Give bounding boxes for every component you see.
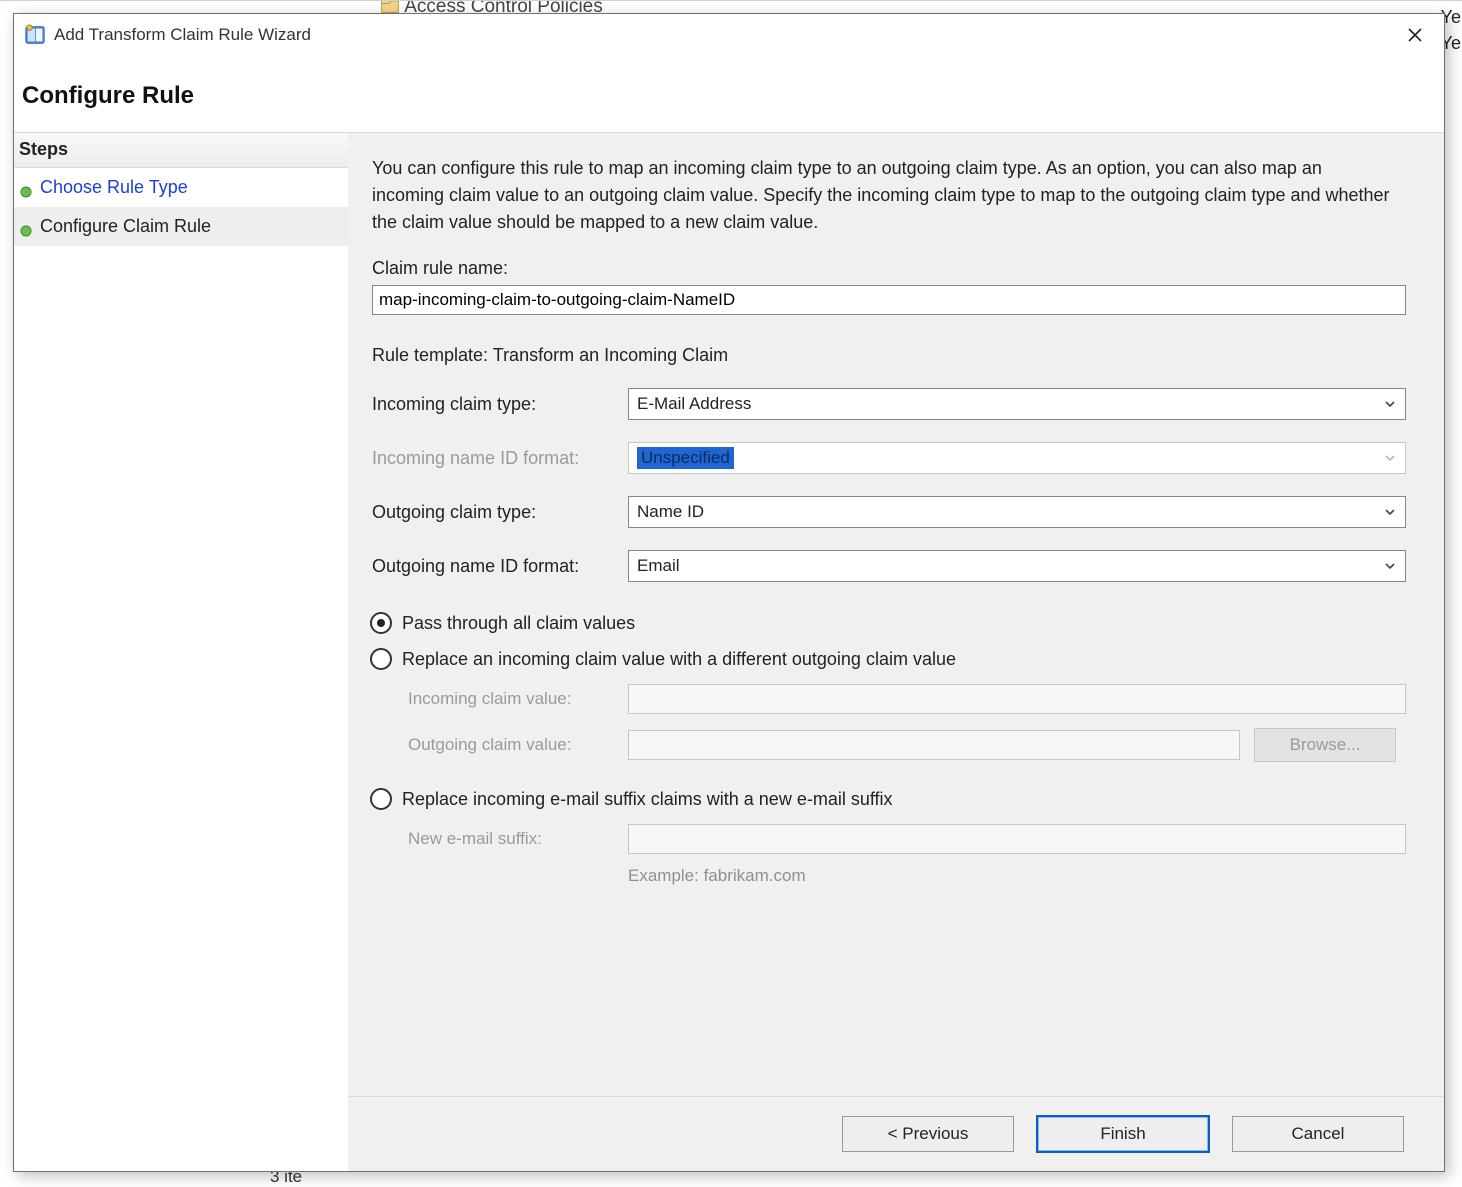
titlebar: Add Transform Claim Rule Wizard [14,14,1444,56]
step-bullet-icon [20,182,32,194]
combo-value: E-Mail Address [637,394,751,414]
incoming-claim-type-combo[interactable]: E-Mail Address [628,388,1406,420]
intro-text: You can configure this rule to map an in… [372,155,1392,236]
step-label: Configure Claim Rule [40,216,211,237]
claim-rule-name-input[interactable] [372,285,1406,315]
radio-label: Replace an incoming claim value with a d… [402,649,956,670]
wizard-footer: < Previous Finish Cancel [348,1096,1444,1171]
finish-button[interactable]: Finish [1036,1115,1210,1153]
page-heading: Configure Rule [18,82,1444,110]
rule-template-text: Rule template: Transform an Incoming Cla… [372,345,1414,366]
radio-icon [370,648,392,670]
step-label: Choose Rule Type [40,177,188,198]
incoming-claim-value-input [628,684,1406,714]
combo-value: Name ID [637,502,704,522]
previous-button[interactable]: < Previous [842,1116,1014,1152]
chevron-down-icon [1375,551,1405,581]
step-bullet-icon [20,221,32,233]
combo-value: Unspecified [637,447,734,469]
incoming-claim-type-label: Incoming claim type: [372,394,628,415]
browse-button: Browse... [1254,728,1396,762]
chevron-down-icon [1375,497,1405,527]
cancel-button[interactable]: Cancel [1232,1116,1404,1152]
outgoing-name-id-format-label: Outgoing name ID format: [372,556,628,577]
wizard-icon [24,24,46,46]
close-button[interactable] [1388,15,1442,55]
incoming-name-id-format-label: Incoming name ID format: [372,448,628,469]
wizard-dialog: Add Transform Claim Rule Wizard Configur… [13,13,1445,1172]
incoming-name-id-format-combo: Unspecified [628,442,1406,474]
incoming-claim-value-label: Incoming claim value: [408,689,628,709]
steps-sidebar: Steps Choose Rule Type Configure Claim R… [14,132,348,1171]
radio-replace-value[interactable]: Replace an incoming claim value with a d… [370,648,1414,670]
radio-label: Pass through all claim values [402,613,635,634]
outgoing-name-id-format-combo[interactable]: Email [628,550,1406,582]
step-configure-claim-rule[interactable]: Configure Claim Rule [14,207,348,246]
steps-header: Steps [14,132,348,168]
combo-value: Email [637,556,680,576]
outgoing-claim-value-label: Outgoing claim value: [408,735,628,755]
new-email-suffix-input [628,824,1406,854]
new-email-suffix-label: New e-mail suffix: [408,829,628,849]
radio-label: Replace incoming e-mail suffix claims wi… [402,789,893,810]
step-choose-rule-type[interactable]: Choose Rule Type [14,168,348,207]
radio-replace-suffix[interactable]: Replace incoming e-mail suffix claims wi… [370,788,1414,810]
main-pane: You can configure this rule to map an in… [348,132,1444,1171]
radio-icon [370,788,392,810]
outgoing-claim-value-input [628,730,1240,760]
outgoing-claim-type-combo[interactable]: Name ID [628,496,1406,528]
example-text: Example: fabrikam.com [628,866,1414,886]
radio-pass-through[interactable]: Pass through all claim values [370,612,1414,634]
radio-icon [370,612,392,634]
chevron-down-icon [1375,389,1405,419]
outgoing-claim-type-label: Outgoing claim type: [372,502,628,523]
chevron-down-icon [1375,443,1405,473]
window-title: Add Transform Claim Rule Wizard [54,25,1388,45]
claim-rule-name-label: Claim rule name: [372,258,1414,279]
